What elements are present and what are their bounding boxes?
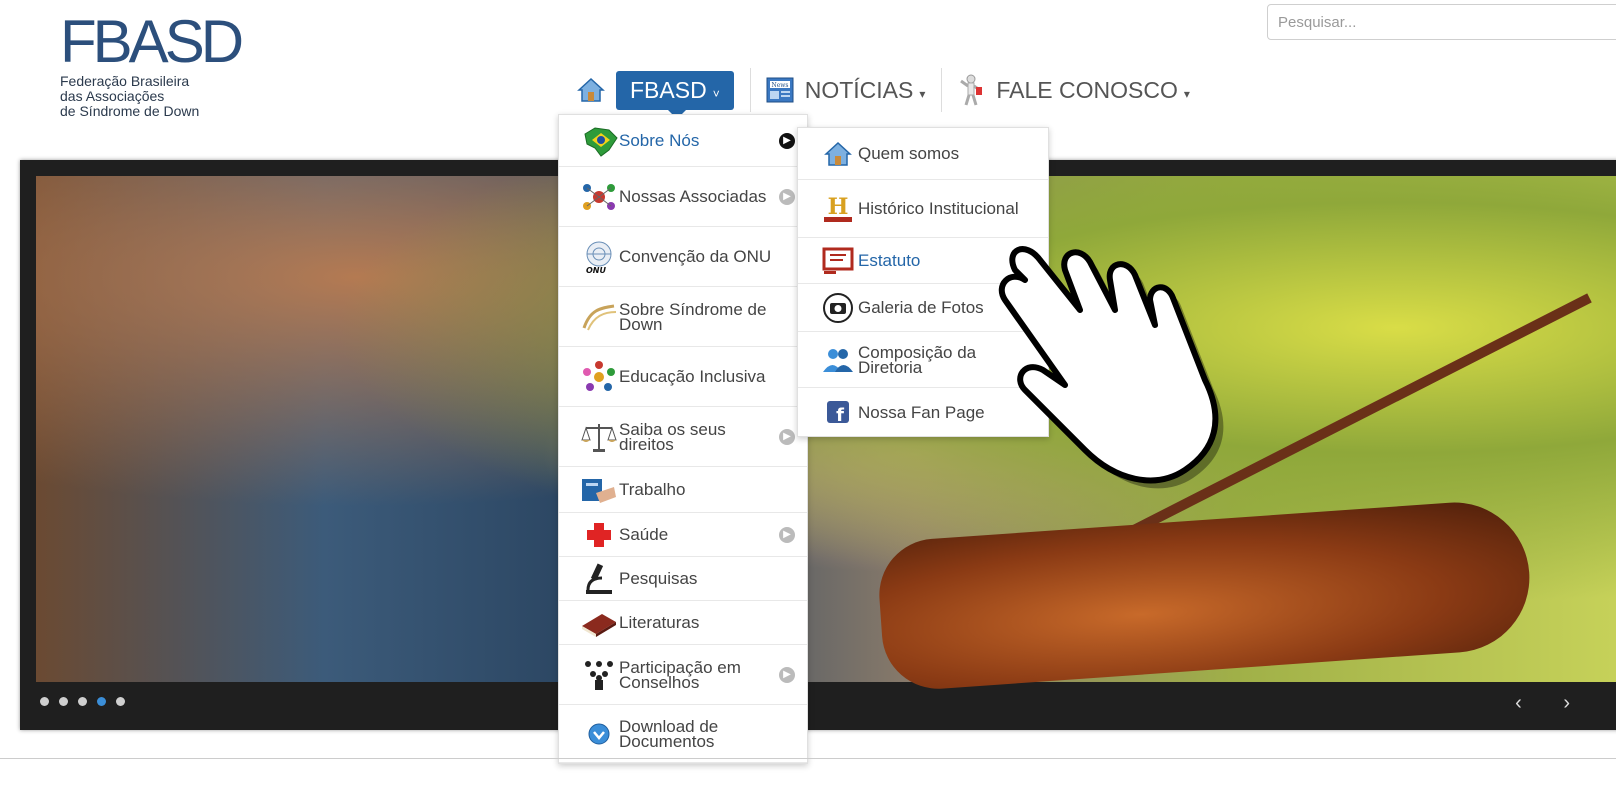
council-icon	[579, 657, 619, 693]
chevron-right-icon: ▶	[779, 188, 795, 205]
svg-text:f: f	[836, 405, 844, 424]
brazil-map-icon	[579, 123, 619, 159]
menu-label: Saiba os seus direitos	[619, 419, 726, 454]
menu-item-saiba-direitos[interactable]: Saiba os seus direitos ▶	[559, 407, 807, 467]
camera-icon	[818, 291, 858, 325]
nav-label-fale-conosco: FALE CONOSCO ▾	[996, 76, 1190, 103]
network-people-icon	[579, 179, 619, 215]
menu-item-download-documentos[interactable]: Download de Documentos	[559, 705, 807, 763]
menu-item-pesquisas[interactable]: Pesquisas	[559, 557, 807, 601]
submenu-item-historico[interactable]: H Histórico Institucional	[798, 180, 1048, 238]
statute-icon	[818, 244, 858, 278]
microscope-icon	[579, 561, 619, 597]
main-nav: FBASD ˅ News NOTÍCIAS ▾ FALE CONOSCO ▾	[576, 68, 1206, 119]
menu-item-convencao-onu[interactable]: ONU Convenção da ONU	[559, 227, 807, 287]
nav-divider	[941, 68, 943, 112]
history-icon: H	[818, 192, 858, 226]
fbasd-dropdown-menu: Sobre Nós ▶ Nossas Associadas ▶ ONU Conv…	[558, 114, 808, 764]
facebook-icon: f	[818, 395, 858, 429]
menu-label: Saúde	[619, 525, 669, 544]
home-icon	[818, 137, 858, 171]
un-logo-icon: ONU	[579, 239, 619, 275]
scales-icon	[579, 419, 619, 455]
pointing-hand-cursor-icon	[985, 240, 1275, 500]
logo-subtitle: Federação Brasileira das Associações de …	[60, 74, 240, 119]
book-icon	[579, 605, 619, 641]
slider-dot-4[interactable]	[97, 697, 106, 706]
menu-item-saude[interactable]: Saúde ▶	[559, 513, 807, 557]
nav-label-fbasd: FBASD ˅	[616, 70, 734, 119]
chevron-right-icon: ▶	[779, 526, 795, 543]
slider-dot-3[interactable]	[78, 697, 87, 706]
site-logo[interactable]: FBASD Federação Brasileira das Associaçõ…	[60, 8, 244, 132]
menu-label: Trabalho	[619, 480, 686, 499]
menu-label: Nossas Associadas	[619, 187, 767, 206]
submenu-label: Galeria de Fotos	[858, 298, 984, 317]
chevron-right-icon: ▶	[779, 666, 795, 683]
nav-label-noticias: NOTÍCIAS ▾	[804, 76, 926, 103]
submenu-label: Nossa Fan Page	[858, 402, 985, 422]
chevron-right-icon: ▶	[779, 132, 795, 149]
chevron-right-icon: ▶	[779, 428, 795, 445]
logo-line-2: das Associações	[60, 88, 165, 104]
logo-line-3: de Síndrome de Down	[60, 103, 200, 119]
logo-line-1: Federação Brasileira	[60, 73, 190, 89]
menu-label: Download de Documentos	[619, 716, 719, 751]
people-circle-icon	[579, 359, 619, 395]
submenu-item-quem-somos[interactable]: Quem somos	[798, 128, 1048, 180]
menu-label: Participação em Conselhos	[619, 657, 741, 692]
submenu-label: Estatuto	[858, 251, 921, 270]
slider-next-button[interactable]: ›	[1563, 692, 1570, 714]
content-divider	[0, 758, 1616, 759]
slider-dot-5[interactable]	[116, 697, 125, 706]
menu-label: Literaturas	[619, 613, 700, 632]
nav-item-fbasd[interactable]: FBASD ˅	[576, 70, 734, 119]
slider-dot-1[interactable]	[40, 697, 49, 706]
menu-label: Sobre Síndrome de Down	[619, 299, 767, 334]
slider-prev-button[interactable]: ‹	[1515, 692, 1522, 714]
nav-item-fale-conosco[interactable]: FALE CONOSCO ▾	[956, 70, 1190, 110]
svg-text:News: News	[771, 82, 788, 89]
menu-item-sobre-sindrome[interactable]: Sobre Síndrome de Down	[559, 287, 807, 347]
logo-mark: FBASD	[60, 8, 244, 75]
chromosome-icon	[579, 299, 619, 335]
home-icon	[576, 75, 606, 105]
svg-text:H: H	[828, 194, 849, 220]
nav-item-noticias[interactable]: News NOTÍCIAS ▾	[765, 70, 926, 110]
search-input[interactable]	[1267, 4, 1616, 40]
menu-item-literaturas[interactable]: Literaturas	[559, 601, 807, 645]
red-cross-icon	[579, 517, 619, 553]
work-icon	[579, 472, 619, 508]
menu-label: Convenção da ONU	[619, 247, 772, 266]
menu-item-nossas-associadas[interactable]: Nossas Associadas ▶	[559, 167, 807, 227]
slider-controls: ‹ ›	[20, 682, 1616, 730]
menu-label: Sobre Nós	[619, 131, 700, 150]
menu-item-sobre-nos[interactable]: Sobre Nós ▶	[559, 115, 807, 167]
menu-item-participacao-conselhos[interactable]: Participação em Conselhos ▶	[559, 645, 807, 705]
menu-label: Pesquisas	[619, 569, 698, 588]
slider-dot-2[interactable]	[59, 697, 68, 706]
menu-item-educacao-inclusiva[interactable]: Educação Inclusiva	[559, 347, 807, 407]
slider-arrows: ‹ ›	[1479, 692, 1570, 715]
menu-label: Educação Inclusiva	[619, 367, 766, 386]
nav-divider	[749, 68, 751, 112]
download-icon	[579, 716, 619, 752]
contact-figure-icon	[956, 74, 986, 106]
submenu-label: Quem somos	[858, 144, 960, 163]
slider-dots	[40, 697, 135, 706]
svg-text:ONU: ONU	[586, 266, 606, 274]
group-icon	[818, 343, 858, 377]
submenu-label: Histórico Institucional	[858, 199, 1019, 218]
menu-item-trabalho[interactable]: Trabalho	[559, 467, 807, 513]
news-icon: News	[765, 75, 795, 105]
